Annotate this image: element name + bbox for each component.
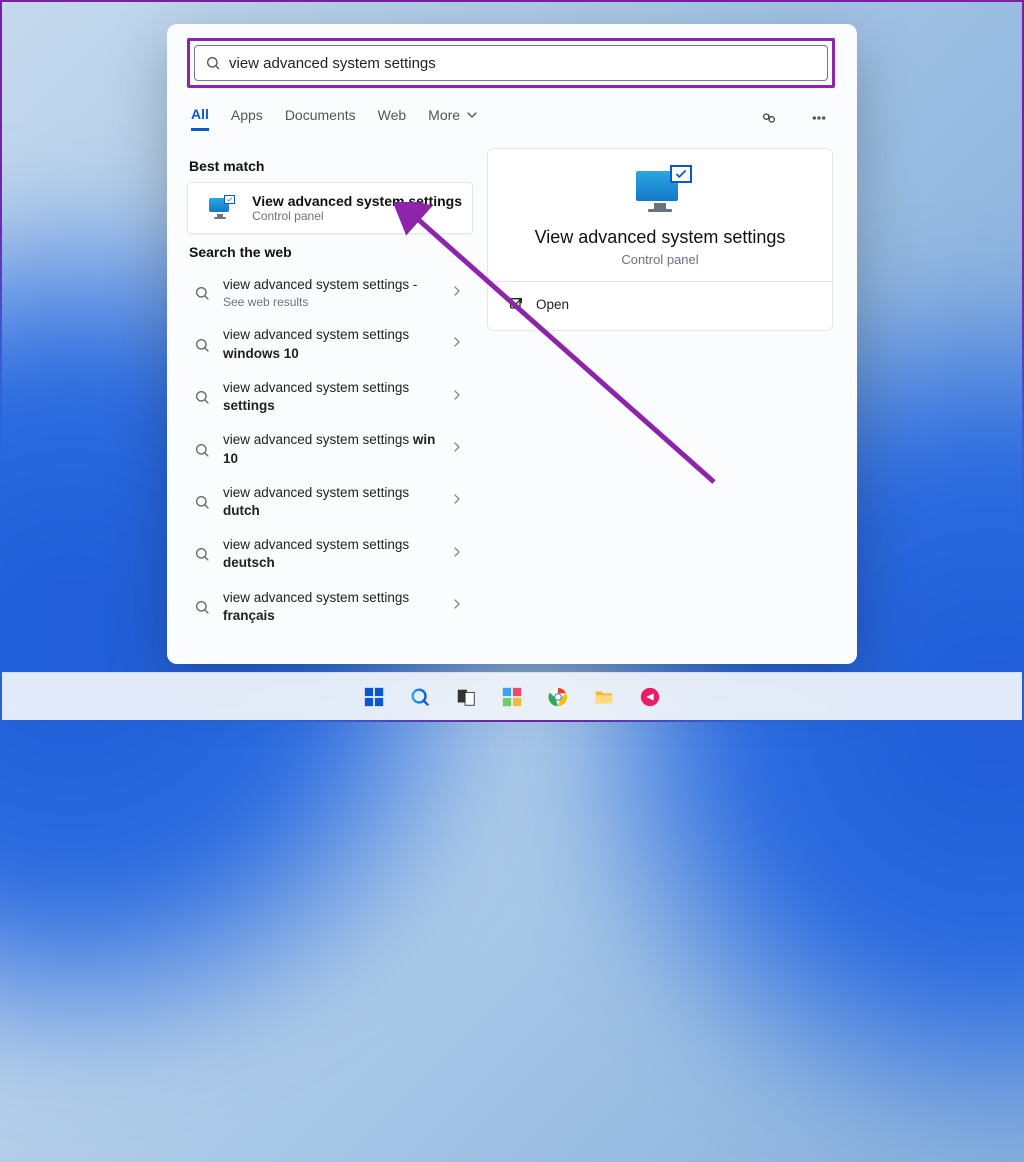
detail-title: View advanced system settings bbox=[506, 227, 814, 248]
tab-documents[interactable]: Documents bbox=[285, 107, 356, 129]
web-result[interactable]: view advanced system settings dutch bbox=[187, 476, 473, 528]
web-result[interactable]: view advanced system settings -See web r… bbox=[187, 268, 473, 318]
taskbar bbox=[2, 672, 1022, 720]
search-icon bbox=[194, 442, 210, 458]
search-icon bbox=[194, 337, 210, 353]
web-result-text: view advanced system settings deutsch bbox=[223, 536, 439, 572]
best-match-title: View advanced system settings bbox=[252, 193, 462, 209]
annotation-highlight-searchbar bbox=[187, 38, 835, 88]
web-result[interactable]: view advanced system settings settings bbox=[187, 371, 473, 423]
chevron-right-icon bbox=[449, 283, 465, 299]
file-explorer-button[interactable] bbox=[584, 677, 624, 717]
web-result-text: view advanced system settings settings bbox=[223, 379, 439, 415]
open-icon bbox=[508, 296, 524, 312]
web-result-text: view advanced system settings -See web r… bbox=[223, 276, 439, 310]
chevron-right-icon bbox=[449, 387, 465, 403]
search-icon bbox=[194, 389, 210, 405]
chevron-down-icon bbox=[464, 107, 480, 123]
rewards-icon[interactable] bbox=[755, 104, 783, 132]
web-result[interactable]: view advanced system settings français bbox=[187, 581, 473, 633]
best-match-subtitle: Control panel bbox=[252, 209, 462, 223]
web-result-text: view advanced system settings windows 10 bbox=[223, 326, 439, 362]
chrome-button[interactable] bbox=[538, 677, 578, 717]
web-result-text: view advanced system settings win 10 bbox=[223, 431, 439, 467]
monitor-check-icon bbox=[209, 198, 231, 218]
tab-web[interactable]: Web bbox=[378, 107, 407, 129]
detail-subtitle: Control panel bbox=[506, 252, 814, 267]
task-view-button[interactable] bbox=[446, 677, 486, 717]
search-icon bbox=[194, 285, 210, 301]
widgets-button[interactable] bbox=[492, 677, 532, 717]
start-button[interactable] bbox=[354, 677, 394, 717]
web-result[interactable]: view advanced system settings deutsch bbox=[187, 528, 473, 580]
search-bar[interactable] bbox=[194, 45, 828, 81]
detail-card: View advanced system settings Control pa… bbox=[487, 148, 833, 331]
open-action[interactable]: Open bbox=[506, 282, 814, 316]
app-button[interactable] bbox=[630, 677, 670, 717]
search-icon bbox=[205, 55, 221, 71]
taskbar-search-button[interactable] bbox=[400, 677, 440, 717]
web-result-text: view advanced system settings dutch bbox=[223, 484, 439, 520]
tab-apps[interactable]: Apps bbox=[231, 107, 263, 129]
search-web-heading: Search the web bbox=[189, 244, 471, 260]
search-tabs: All Apps Documents Web More bbox=[167, 88, 857, 138]
web-result[interactable]: view advanced system settings windows 10 bbox=[187, 318, 473, 370]
chevron-right-icon bbox=[449, 439, 465, 455]
search-input[interactable] bbox=[229, 55, 817, 72]
web-result-text: view advanced system settings français bbox=[223, 589, 439, 625]
best-match-result[interactable]: View advanced system settings Control pa… bbox=[187, 182, 473, 234]
tab-more[interactable]: More bbox=[428, 107, 480, 129]
chevron-right-icon bbox=[449, 596, 465, 612]
tab-all[interactable]: All bbox=[191, 106, 209, 131]
monitor-check-icon bbox=[636, 171, 684, 213]
web-result[interactable]: view advanced system settings win 10 bbox=[187, 423, 473, 475]
search-panel: All Apps Documents Web More Best match V… bbox=[167, 24, 857, 664]
chevron-right-icon bbox=[449, 491, 465, 507]
search-icon bbox=[194, 599, 210, 615]
search-icon bbox=[194, 546, 210, 562]
best-match-heading: Best match bbox=[189, 158, 471, 174]
more-options-icon[interactable] bbox=[805, 104, 833, 132]
search-icon bbox=[194, 494, 210, 510]
chevron-right-icon bbox=[449, 334, 465, 350]
chevron-right-icon bbox=[449, 544, 465, 560]
